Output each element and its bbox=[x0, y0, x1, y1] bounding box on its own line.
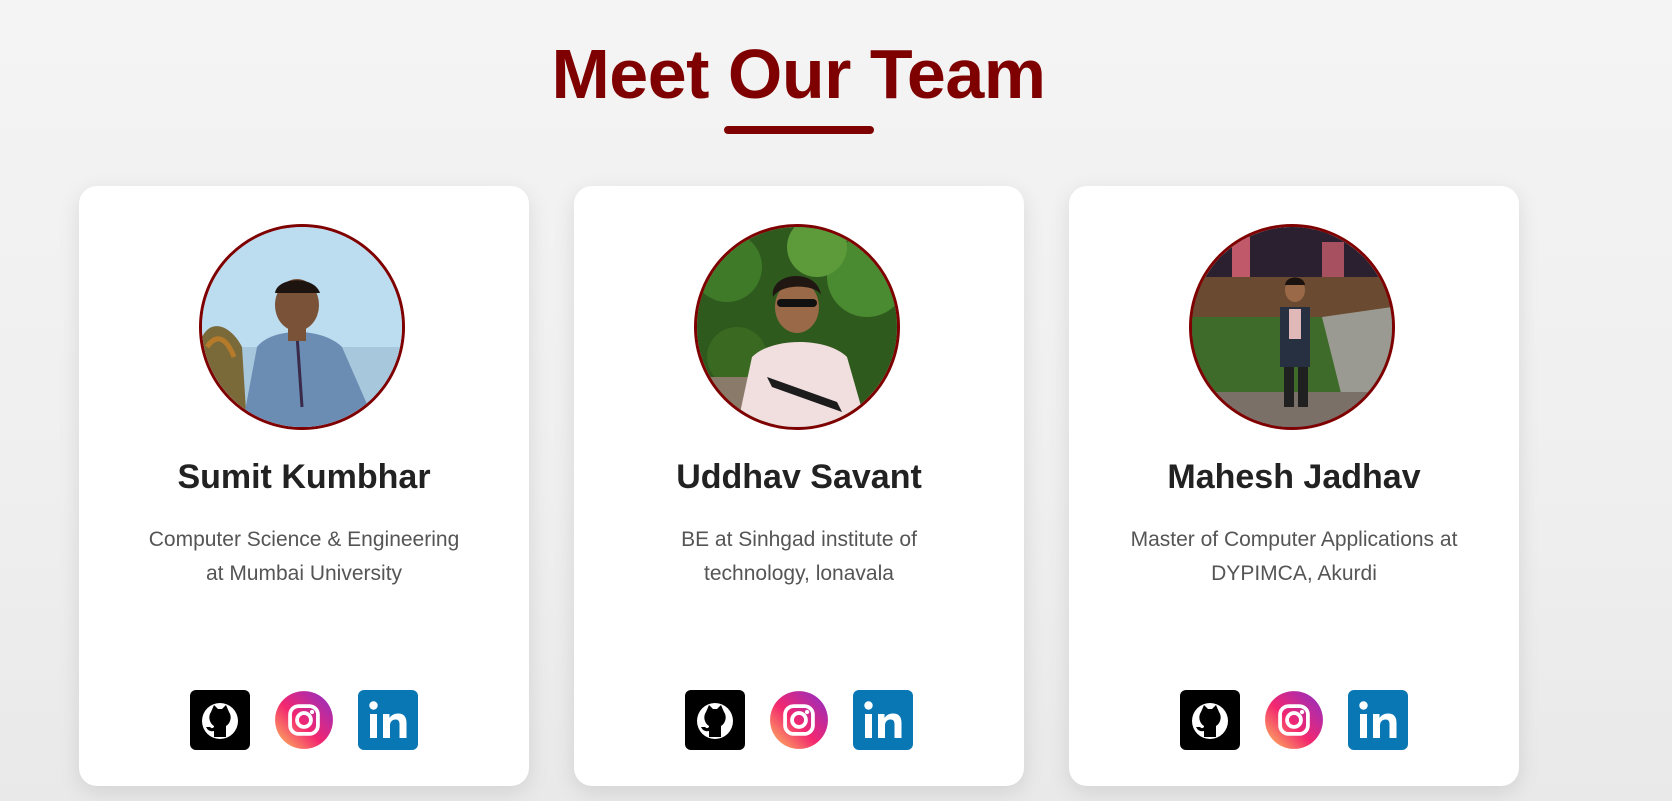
avatar bbox=[199, 224, 405, 430]
instagram-link[interactable] bbox=[274, 690, 333, 750]
team-grid: Sumit Kumbhar Computer Science & Enginee… bbox=[79, 186, 1519, 786]
linkedin-link[interactable] bbox=[853, 690, 913, 750]
team-card-mahesh-jadhav: Mahesh Jadhav Master of Computer Applica… bbox=[1069, 186, 1519, 786]
instagram-icon bbox=[770, 691, 828, 749]
member-name: Mahesh Jadhav bbox=[1167, 458, 1421, 496]
linkedin-link[interactable] bbox=[1348, 690, 1408, 750]
member-role: Computer Science & Engineering at Mumbai… bbox=[148, 528, 460, 585]
github-icon bbox=[190, 690, 250, 750]
instagram-link[interactable] bbox=[1264, 690, 1323, 750]
team-card-uddhav-savant: Uddhav Savant BE at Sinhgad institute of… bbox=[574, 186, 1024, 786]
social-links bbox=[1069, 690, 1519, 750]
linkedin-link[interactable] bbox=[358, 690, 418, 750]
avatar bbox=[694, 224, 900, 430]
linkedin-icon bbox=[358, 690, 418, 750]
github-icon bbox=[1180, 690, 1240, 750]
social-links bbox=[79, 690, 529, 750]
avatar bbox=[1189, 224, 1395, 430]
instagram-icon bbox=[1265, 691, 1323, 749]
github-link[interactable] bbox=[190, 690, 250, 750]
instagram-link[interactable] bbox=[769, 690, 828, 750]
member-name: Sumit Kumbhar bbox=[177, 458, 431, 496]
github-icon bbox=[685, 690, 745, 750]
team-card-sumit-kumbhar: Sumit Kumbhar Computer Science & Enginee… bbox=[79, 186, 529, 786]
member-role: Master of Computer Applications at DYPIM… bbox=[1130, 528, 1458, 585]
member-role: BE at Sinhgad institute of technology, l… bbox=[681, 528, 917, 585]
title-underline bbox=[723, 126, 874, 134]
member-name: Uddhav Savant bbox=[676, 458, 922, 496]
linkedin-icon bbox=[1348, 690, 1408, 750]
section-header: Meet Our Team bbox=[0, 28, 1597, 134]
linkedin-icon bbox=[853, 690, 913, 750]
page-title: Meet Our Team bbox=[551, 35, 1047, 113]
github-link[interactable] bbox=[1180, 690, 1240, 750]
github-link[interactable] bbox=[685, 690, 745, 750]
instagram-icon bbox=[275, 691, 333, 749]
social-links bbox=[574, 690, 1024, 750]
